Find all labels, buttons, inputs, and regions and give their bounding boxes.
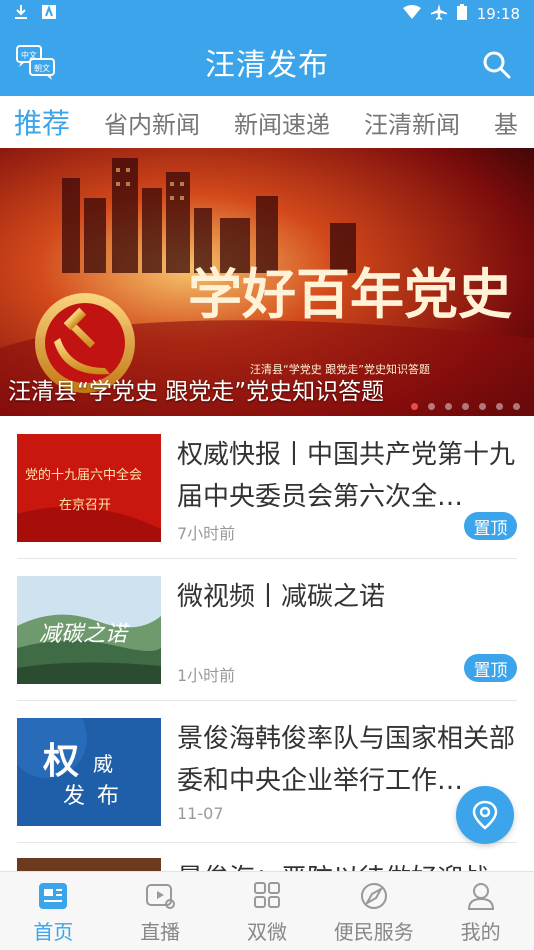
battery-icon	[456, 4, 467, 24]
thumb-caption-line: 党的十九届六中全会	[25, 468, 143, 483]
download-icon	[14, 4, 28, 24]
divider	[17, 842, 517, 843]
category-tabs: 推荐 省内新闻 新闻速递 汪清新闻 基	[0, 96, 534, 148]
news-item[interactable]: 党的十九届六中全会 在京召开 权威快报丨中国共产党第十九届中央委员会第六次全… …	[17, 434, 517, 544]
news-time: 11-07	[177, 804, 224, 823]
search-icon	[483, 51, 511, 79]
thumb-caption-line: 减碳之诺	[39, 622, 128, 647]
app-title: 汪清发布	[205, 48, 329, 83]
nav-label: 我的	[460, 920, 501, 944]
carousel-dot[interactable]	[411, 403, 418, 410]
pinned-badge: 置顶	[464, 512, 517, 540]
live-video-icon	[146, 884, 176, 909]
nav-services[interactable]: 便民服务	[320, 872, 427, 950]
language-switch-button[interactable]: 中文 朝文	[16, 45, 56, 81]
tab-more[interactable]: 基	[477, 105, 534, 140]
news-thumbnail	[17, 858, 161, 872]
news-thumbnail: 党的十九届六中全会 在京召开	[17, 434, 161, 542]
nav-live[interactable]: 直播	[107, 872, 214, 950]
news-time: 1小时前	[177, 666, 236, 685]
grid-icon	[253, 882, 280, 908]
thumb-caption-line: 威	[93, 752, 113, 776]
news-headline: 权威快报丨中国共产党第十九届中央委员会第六次全…	[177, 440, 516, 512]
carousel-dot[interactable]	[479, 403, 486, 410]
news-thumbnail: 减碳之诺	[17, 576, 161, 684]
nav-label: 双微	[246, 920, 287, 944]
tab-wangqing-news[interactable]: 汪清新闻	[347, 105, 477, 140]
carousel-dot[interactable]	[445, 403, 452, 410]
lang-top-label: 中文	[21, 50, 37, 60]
nav-dual-micro[interactable]: 双微	[214, 872, 321, 950]
thumb-caption-line: 权	[43, 740, 80, 782]
lang-bottom-label: 朝文	[34, 63, 50, 73]
nav-label: 首页	[33, 920, 74, 944]
banner-art-title: 学好百年党史	[188, 262, 512, 326]
compass-service-icon	[360, 883, 387, 909]
thumb-caption-line: 在京召开	[59, 498, 112, 513]
nav-home[interactable]: 首页	[0, 872, 107, 950]
airplane-icon	[430, 4, 447, 24]
language-icon: 中文 朝文	[16, 45, 55, 80]
bottom-navigation: 首页 直播 双微 便民服务 我的	[0, 871, 534, 950]
nav-label: 便民服务	[333, 920, 414, 944]
nav-label: 直播	[140, 920, 181, 944]
pinned-badge: 置顶	[464, 654, 517, 682]
tab-news-express[interactable]: 新闻速递	[217, 105, 347, 140]
clock: 19:18	[476, 5, 520, 23]
tab-province-news[interactable]: 省内新闻	[87, 105, 217, 140]
news-item[interactable]: 景俊海：严防以待做好迎战	[17, 858, 517, 872]
carousel-dot[interactable]	[462, 403, 469, 410]
home-news-icon	[39, 883, 68, 909]
divider	[17, 700, 517, 701]
banner-caption[interactable]: 汪清县“学党史 跟党走”党史知识答题	[8, 372, 384, 406]
app-bar: 中文 朝文 汪清发布	[0, 28, 534, 96]
nav-profile[interactable]: 我的	[427, 872, 534, 950]
search-button[interactable]	[482, 50, 512, 80]
thumb-caption-line: 发	[63, 784, 86, 809]
location-button[interactable]	[456, 786, 514, 844]
carousel-dot[interactable]	[496, 403, 503, 410]
tab-recommend[interactable]: 推荐	[0, 102, 87, 142]
wifi-icon	[402, 5, 421, 23]
divider	[17, 558, 517, 559]
carousel-dot[interactable]	[428, 403, 435, 410]
notification-app-icon	[42, 5, 56, 23]
location-pin-icon	[472, 800, 498, 830]
news-thumbnail: 权 威 发 布	[17, 718, 161, 826]
news-time: 7小时前	[177, 524, 236, 543]
news-item[interactable]: 权 威 发 布 景俊海韩俊率队与国家相关部委和中央企业举行工作… 11-07	[17, 718, 517, 828]
news-headline: 微视频丨减碳之诺	[177, 582, 386, 612]
news-headline: 景俊海韩俊率队与国家相关部委和中央企业举行工作…	[177, 724, 516, 796]
carousel-indicator	[411, 403, 520, 410]
carousel-dot[interactable]	[513, 403, 520, 410]
user-icon	[467, 883, 494, 910]
news-headline: 景俊海：严防以待做好迎战	[177, 858, 517, 872]
status-bar: 19:18	[0, 0, 534, 28]
thumb-caption-line: 布	[97, 784, 120, 809]
news-item[interactable]: 减碳之诺 微视频丨减碳之诺 1小时前 置顶	[17, 576, 517, 686]
